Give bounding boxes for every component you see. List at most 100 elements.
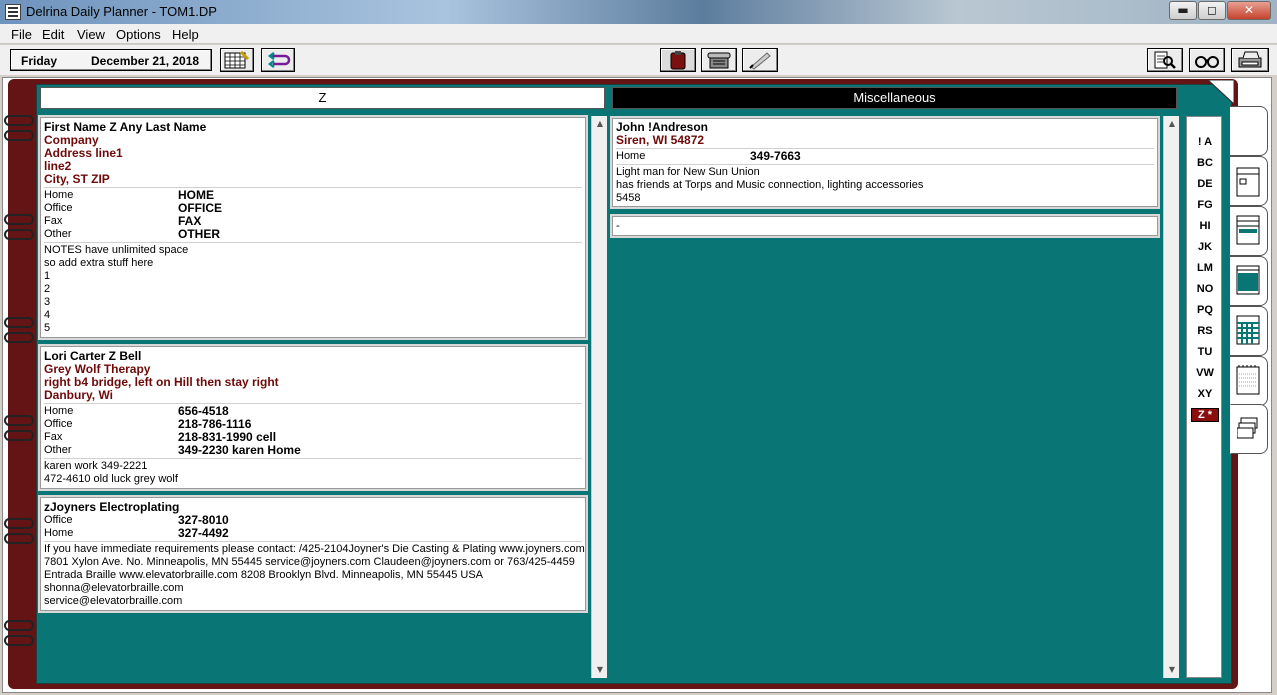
contact-card[interactable]: John !Andreson Siren, WI 54872 Home 349-7… bbox=[610, 116, 1160, 209]
divider bbox=[44, 242, 582, 243]
scroll-down-arrow-icon[interactable]: ▼ bbox=[592, 662, 608, 678]
right-scrollbar[interactable]: ▲ ▼ bbox=[1163, 116, 1179, 678]
contact-note: Light man for New Sun Union bbox=[616, 166, 760, 178]
tab-tu[interactable]: TU bbox=[1191, 343, 1219, 362]
tab-address-view[interactable] bbox=[1230, 404, 1268, 454]
alphabet-tabs: ! A BC DE FG HI JK LM NO PQ RS TU VW XY … bbox=[1186, 116, 1222, 678]
contact-address-line: Address line1 bbox=[44, 146, 123, 160]
tab-contacts-view[interactable] bbox=[1230, 256, 1268, 306]
scroll-up-arrow-icon[interactable]: ▲ bbox=[592, 116, 608, 132]
tab-month-view[interactable] bbox=[1230, 306, 1268, 356]
divider bbox=[44, 187, 582, 188]
right-page-header: Miscellaneous bbox=[612, 87, 1177, 109]
binder-ring bbox=[4, 430, 34, 441]
binder-ring bbox=[4, 518, 34, 529]
tab-jk[interactable]: JK bbox=[1191, 238, 1219, 257]
close-button[interactable]: ✕ bbox=[1227, 1, 1271, 20]
tab-rs[interactable]: RS bbox=[1191, 322, 1219, 341]
swap-arrows-icon bbox=[267, 52, 291, 68]
tab-week-view[interactable] bbox=[1230, 156, 1268, 206]
card-file-icon bbox=[1237, 417, 1258, 439]
clipboard-icon bbox=[670, 51, 686, 70]
contact-note: 2 bbox=[44, 283, 51, 295]
page-corner-icon[interactable] bbox=[1208, 80, 1234, 104]
tab-fg[interactable]: FG bbox=[1191, 196, 1219, 215]
glasses-icon bbox=[1195, 56, 1219, 68]
phone-label: Other bbox=[44, 444, 72, 456]
empty-card[interactable]: - bbox=[610, 214, 1160, 238]
contact-name: zJoyners Electroplating bbox=[44, 500, 180, 514]
contact-card[interactable]: First Name Z Any Last Name Company Addre… bbox=[38, 115, 588, 340]
contact-note: 3 bbox=[44, 296, 51, 308]
menu-options[interactable]: Options bbox=[116, 27, 161, 42]
scroll-down-arrow-icon[interactable]: ▼ bbox=[1164, 662, 1180, 678]
tab-de[interactable]: DE bbox=[1191, 175, 1219, 194]
clipboard-button[interactable] bbox=[660, 48, 696, 72]
contact-note: shonna@elevatorbraille.com bbox=[44, 582, 184, 594]
phone-row: Home 656-4518 bbox=[44, 405, 582, 418]
tab-bc[interactable]: BC bbox=[1191, 154, 1219, 173]
contact-note: 7801 Xylon Ave. No. Minneapolis, MN 5544… bbox=[44, 556, 575, 568]
left-scrollbar[interactable]: ▲ ▼ bbox=[591, 116, 607, 678]
contact-address-line: Danbury, Wi bbox=[44, 388, 114, 402]
phone-row: Office 327-8010 bbox=[44, 514, 582, 527]
menu-edit[interactable]: Edit bbox=[42, 27, 64, 42]
maximize-button[interactable]: ◻ bbox=[1198, 1, 1226, 20]
swap-button[interactable] bbox=[261, 48, 295, 72]
contact-note: 472-4610 old luck grey wolf bbox=[44, 473, 178, 485]
list-page-icon bbox=[1236, 215, 1260, 245]
print-button[interactable] bbox=[1231, 48, 1269, 72]
phone-row: Office 218-786-1116 bbox=[44, 418, 582, 431]
pencil-button[interactable] bbox=[742, 48, 778, 72]
contact-name: First Name Z Any Last Name bbox=[44, 120, 207, 134]
phone-row: Office OFFICE bbox=[44, 202, 582, 215]
divider bbox=[44, 403, 582, 404]
menu-file[interactable]: File bbox=[11, 27, 32, 42]
tab-hi[interactable]: HI bbox=[1191, 217, 1219, 236]
phone-icon bbox=[707, 52, 731, 69]
tab-lm[interactable]: LM bbox=[1191, 259, 1219, 278]
empty-card-text: - bbox=[616, 220, 620, 232]
minimize-button[interactable]: ▬ bbox=[1169, 1, 1197, 20]
contact-note: so add extra stuff here bbox=[44, 257, 154, 269]
contact-card[interactable]: Lori Carter Z Bell Grey Wolf Therapy rig… bbox=[38, 344, 588, 491]
view-button[interactable] bbox=[1189, 48, 1225, 72]
tab-vw[interactable]: VW bbox=[1191, 364, 1219, 383]
toolbar: Friday December 21, 2018 bbox=[0, 45, 1277, 75]
phone-row: Other OTHER bbox=[44, 228, 582, 241]
binder-ring bbox=[4, 115, 34, 126]
find-button[interactable] bbox=[1147, 48, 1183, 72]
app-icon[interactable] bbox=[5, 4, 21, 20]
menu-view[interactable]: View bbox=[77, 27, 105, 42]
date-display[interactable]: Friday December 21, 2018 bbox=[10, 49, 212, 71]
phone-label: Home bbox=[44, 527, 74, 539]
tab-pq[interactable]: PQ bbox=[1191, 301, 1219, 320]
printer-icon bbox=[1238, 51, 1262, 68]
tab-day-view[interactable] bbox=[1230, 106, 1268, 156]
calendar-button[interactable] bbox=[220, 48, 254, 72]
phone-label: Home bbox=[44, 405, 74, 417]
contact-note: 1 bbox=[44, 270, 51, 282]
contact-company: Company bbox=[44, 133, 99, 147]
contact-note: karen work 349-2221 bbox=[44, 460, 148, 472]
binder-ring bbox=[4, 332, 34, 343]
tab-a[interactable]: ! A bbox=[1191, 133, 1219, 152]
tab-year-view[interactable] bbox=[1230, 356, 1268, 406]
phone-button[interactable] bbox=[701, 48, 737, 72]
tab-xy[interactable]: XY bbox=[1191, 385, 1219, 404]
binder-ring bbox=[4, 214, 34, 225]
contact-address-line: Siren, WI 54872 bbox=[616, 133, 705, 147]
tab-two-week-view[interactable] bbox=[1230, 206, 1268, 256]
date-label: December 21, 2018 bbox=[91, 54, 200, 68]
contact-address-line: right b4 bridge, left on Hill then stay … bbox=[44, 375, 279, 389]
tab-no[interactable]: NO bbox=[1191, 280, 1219, 299]
phone-row: Home 349-7663 bbox=[616, 150, 1154, 163]
contact-card[interactable]: zJoyners Electroplating Office 327-8010 H… bbox=[38, 495, 588, 613]
phone-row: Other 349-2230 karen Home bbox=[44, 444, 582, 457]
contact-address-line: City, ST ZIP bbox=[44, 172, 110, 186]
tab-z[interactable]: Z * bbox=[1191, 408, 1219, 422]
phone-label: Office bbox=[44, 202, 73, 214]
menu-help[interactable]: Help bbox=[172, 27, 199, 42]
scroll-up-arrow-icon[interactable]: ▲ bbox=[1164, 116, 1180, 132]
phone-value: 327-4492 bbox=[178, 526, 229, 540]
